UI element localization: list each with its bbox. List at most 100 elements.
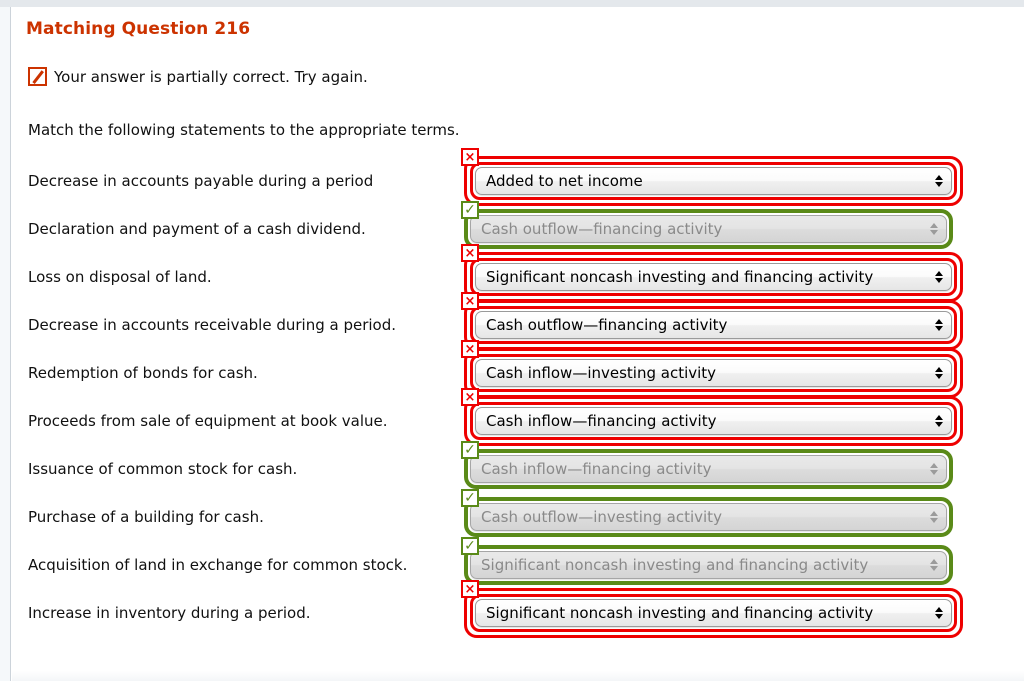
incorrect-x-icon: × [461, 148, 479, 166]
select-updown-arrow-icon [929, 508, 938, 526]
answer-select-value: Significant noncash investing and financ… [486, 268, 874, 286]
select-updown-arrow-icon [934, 412, 943, 430]
incorrect-x-icon: × [461, 580, 479, 598]
matching-row: Acquisition of land in exchange for comm… [12, 537, 1024, 589]
matching-row: Decrease in accounts receivable during a… [12, 292, 1024, 350]
incorrect-x-icon: × [461, 340, 479, 358]
correct-check-icon: ✓ [461, 537, 479, 555]
correct-check-icon: ✓ [461, 441, 479, 459]
select-updown-arrow-icon [929, 556, 938, 574]
incorrect-highlight-ring: × Significant noncash investing and finan… [461, 244, 963, 302]
answer-cell: × Cash inflow—financing activity [461, 388, 963, 446]
answer-select[interactable]: Cash inflow—investing activity [475, 359, 952, 387]
matching-row: Loss on disposal of land. × Significant no… [12, 244, 1024, 302]
question-page: Matching Question 216 Your answer is par… [0, 0, 1024, 681]
incorrect-x-icon: × [461, 244, 479, 262]
answer-cell: × Cash inflow—investing activity [461, 340, 963, 398]
highlight-ring-inner: Cash inflow—financing activity [470, 455, 947, 483]
answer-select-value: Cash inflow—financing activity [486, 412, 717, 430]
correct-highlight-ring: ✓ Cash inflow—financing activity [461, 441, 953, 489]
select-updown-arrow-icon [934, 364, 943, 382]
highlight-ring-inner: Cash inflow—financing activity [470, 402, 957, 440]
highlight-ring-inner: Added to net income [470, 162, 957, 200]
statement-label: Issuance of common stock for cash. [28, 460, 298, 478]
matching-row: Purchase of a building for cash. ✓ Cash ou… [12, 489, 1024, 541]
question-content: Matching Question 216 Your answer is par… [12, 7, 1024, 681]
answer-cell: × Significant noncash investing and finan… [461, 244, 963, 302]
answer-select-value: Significant noncash investing and financ… [481, 556, 869, 574]
left-gutter [0, 7, 11, 681]
correct-highlight-ring: ✓ Cash outflow—financing activity [461, 201, 953, 249]
answer-cell: ✓ Cash outflow—financing activity [461, 201, 953, 249]
answer-select-value: Cash outflow—financing activity [486, 316, 728, 334]
statement-label: Loss on disposal of land. [28, 268, 212, 286]
incorrect-highlight-ring: × Cash inflow—investing activity [461, 340, 963, 398]
statement-label: Decrease in accounts receivable during a… [28, 316, 397, 334]
incorrect-highlight-ring: × Added to net income [461, 148, 963, 206]
statement-label: Declaration and payment of a cash divide… [28, 220, 366, 238]
incorrect-x-icon: × [461, 388, 479, 406]
highlight-ring-inner: Cash inflow—investing activity [470, 354, 957, 392]
answer-cell: ✓ Cash outflow—investing activity [461, 489, 953, 537]
statement-label: Acquisition of land in exchange for comm… [28, 556, 408, 574]
select-updown-arrow-icon [934, 268, 943, 286]
answer-select-value: Cash inflow—investing activity [486, 364, 717, 382]
answer-select-value: Cash outflow—investing activity [481, 508, 722, 526]
statement-label: Proceeds from sale of equipment at book … [28, 412, 388, 430]
correct-highlight-ring: ✓ Cash outflow—investing activity [461, 489, 953, 537]
answer-select[interactable]: Cash inflow—financing activity [475, 407, 952, 435]
incorrect-highlight-ring: × Cash inflow—financing activity [461, 388, 963, 446]
answer-cell: × Cash outflow—financing activity [461, 292, 963, 350]
window-top-strip [0, 0, 1024, 7]
answer-select[interactable]: Cash outflow—financing activity [475, 311, 952, 339]
answer-cell: × Added to net income [461, 148, 963, 206]
incorrect-x-icon: × [461, 292, 479, 310]
select-updown-arrow-icon [934, 316, 943, 334]
highlight-ring-inner: Significant noncash investing and financ… [470, 258, 957, 296]
feedback-banner: Your answer is partially correct. Try ag… [28, 67, 368, 86]
answer-select-value: Significant noncash investing and financ… [486, 604, 874, 622]
answer-select: Cash outflow—financing activity [470, 215, 947, 243]
highlight-ring-inner: Cash outflow—financing activity [470, 215, 947, 243]
correct-check-icon: ✓ [461, 201, 479, 219]
statement-label: Increase in inventory during a period. [28, 604, 311, 622]
incorrect-highlight-ring: × Significant noncash investing and finan… [461, 580, 963, 638]
statement-label: Redemption of bonds for cash. [28, 364, 258, 382]
statement-label: Decrease in accounts payable during a pe… [28, 172, 374, 190]
answer-select-value: Added to net income [486, 172, 643, 190]
correct-highlight-ring: ✓ Significant noncash investing and finan… [461, 537, 953, 585]
highlight-ring-inner: Cash outflow—financing activity [470, 306, 957, 344]
matching-row: Declaration and payment of a cash divide… [12, 201, 1024, 253]
correct-check-icon: ✓ [461, 489, 479, 507]
select-updown-arrow-icon [929, 220, 938, 238]
matching-row: Issuance of common stock for cash. ✓ Cash … [12, 441, 1024, 493]
answer-select-value: Cash inflow—financing activity [481, 460, 712, 478]
matching-row: Redemption of bonds for cash. × Cash inflo… [12, 340, 1024, 398]
instructions-text: Match the following statements to the ap… [28, 121, 460, 139]
matching-row: Proceeds from sale of equipment at book … [12, 388, 1024, 446]
answer-select[interactable]: Significant noncash investing and financ… [475, 599, 952, 627]
page-title: Matching Question 216 [26, 19, 251, 39]
highlight-ring-inner: Cash outflow—investing activity [470, 503, 947, 531]
select-updown-arrow-icon [934, 604, 943, 622]
answer-select[interactable]: Added to net income [475, 167, 952, 195]
answer-cell: × Significant noncash investing and finan… [461, 580, 963, 638]
answer-select-value: Cash outflow—financing activity [481, 220, 723, 238]
partial-correct-icon [28, 67, 47, 86]
answer-cell: ✓ Cash inflow—financing activity [461, 441, 953, 489]
answer-select: Cash inflow—financing activity [470, 455, 947, 483]
answer-select: Cash outflow—investing activity [470, 503, 947, 531]
highlight-ring-inner: Significant noncash investing and financ… [470, 551, 947, 579]
matching-row: Decrease in accounts payable during a pe… [12, 148, 1024, 206]
answer-select: Significant noncash investing and financ… [470, 551, 947, 579]
answer-cell: ✓ Significant noncash investing and finan… [461, 537, 953, 585]
matching-row: Increase in inventory during a period. × S… [12, 580, 1024, 638]
highlight-ring-inner: Significant noncash investing and financ… [470, 594, 957, 632]
statement-label: Purchase of a building for cash. [28, 508, 264, 526]
matching-rows: Decrease in accounts payable during a pe… [12, 148, 1024, 638]
feedback-text: Your answer is partially correct. Try ag… [54, 67, 368, 86]
select-updown-arrow-icon [929, 460, 938, 478]
select-updown-arrow-icon [934, 172, 943, 190]
incorrect-highlight-ring: × Cash outflow—financing activity [461, 292, 963, 350]
answer-select[interactable]: Significant noncash investing and financ… [475, 263, 952, 291]
